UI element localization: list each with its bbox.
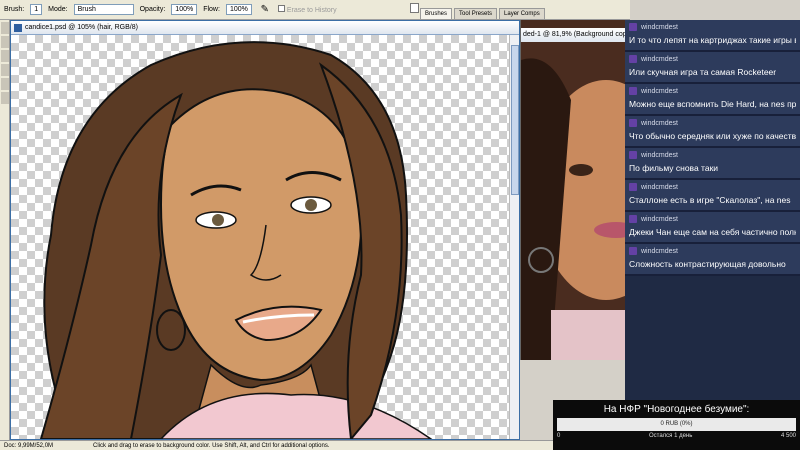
reference-photo-window[interactable]: ded-1 @ 81,9% (Background copy bbox=[520, 20, 630, 360]
chat-message: windcmdest Сталлоне есть в игре "Скалолаз… bbox=[625, 180, 800, 212]
chat-text: Или скучная игра та самая Rocketeer bbox=[629, 67, 777, 77]
twitch-badge-icon bbox=[629, 215, 637, 223]
document-window[interactable]: candice1.psd @ 105% (hair, RGB/8) bbox=[10, 20, 520, 440]
tool-button[interactable] bbox=[1, 36, 9, 48]
goal-target: 4 500 bbox=[780, 433, 796, 439]
options-bar: Brush: 1 Mode: Brush Opacity: 100% Flow:… bbox=[0, 0, 410, 20]
chat-user: windcmdest bbox=[629, 151, 796, 159]
status-hint: Click and drag to erase to background co… bbox=[93, 442, 330, 449]
chat-username: windcmdest bbox=[641, 23, 678, 31]
goal-progress-text: 0 RUB (0%) bbox=[660, 421, 693, 427]
twitch-badge-icon bbox=[629, 183, 637, 191]
chat-panel: windcmdest И то что лепят на картриджах т… bbox=[625, 20, 800, 420]
chat-text: И то что лепят на картриджах такие игры … bbox=[629, 35, 796, 45]
vertical-scrollbar[interactable] bbox=[509, 35, 519, 439]
chat-message: windcmdest Можно еще вспомнить Die Hard, … bbox=[625, 84, 800, 116]
chat-user: windcmdest bbox=[629, 215, 796, 223]
flow-input[interactable]: 100% bbox=[225, 4, 252, 15]
chat-user: windcmdest bbox=[629, 23, 796, 31]
tab-layer-comps[interactable]: Layer Comps bbox=[499, 8, 545, 19]
tab-tool-presets[interactable]: Tool Presets bbox=[454, 8, 498, 19]
chat-username: windcmdest bbox=[641, 247, 678, 255]
tool-button[interactable] bbox=[1, 64, 9, 76]
toolbox bbox=[0, 20, 10, 440]
goal-progress-bar: 0 RUB (0%) bbox=[557, 418, 796, 431]
tool-button[interactable] bbox=[1, 22, 9, 34]
goal-title: На НФР "Новогоднее безумие": bbox=[603, 404, 750, 415]
twitch-badge-icon bbox=[629, 119, 637, 127]
chat-user: windcmdest bbox=[629, 87, 796, 95]
twitch-badge-icon bbox=[629, 87, 637, 95]
chat-message: windcmdest Сложность контрастирующая дово… bbox=[625, 244, 800, 276]
chat-username: windcmdest bbox=[641, 87, 678, 95]
tool-button[interactable] bbox=[1, 92, 9, 104]
document-title: candice1.psd @ 105% (hair, RGB/8) bbox=[25, 24, 138, 31]
reference-window-title[interactable]: ded-1 @ 81,9% (Background copy bbox=[521, 28, 630, 42]
canvas[interactable] bbox=[11, 35, 511, 439]
doc-size: Doc: 9,99M/52,0M bbox=[4, 442, 54, 449]
mode-label: Mode: bbox=[48, 6, 68, 13]
goal-left: 0 bbox=[557, 433, 561, 439]
chat-message: windcmdest Что обычно середняк или хуже п… bbox=[625, 116, 800, 148]
twitch-badge-icon bbox=[629, 55, 637, 63]
erase-to-history-checkbox[interactable]: Erase to History bbox=[277, 5, 337, 14]
goal-days-left: Остался 1 день bbox=[648, 433, 693, 439]
twitch-badge-icon bbox=[629, 23, 637, 31]
brush-size-picker[interactable]: 1 bbox=[30, 4, 43, 15]
palette-well: Brushes Tool Presets Layer Comps bbox=[410, 0, 630, 20]
photoshop-doc-icon bbox=[14, 24, 22, 32]
chat-username: windcmdest bbox=[641, 183, 678, 191]
chat-message: windcmdest И то что лепят на картриджах т… bbox=[625, 20, 800, 52]
chat-username: windcmdest bbox=[641, 215, 678, 223]
tool-button[interactable] bbox=[1, 50, 9, 62]
reference-photo bbox=[521, 20, 630, 360]
chat-text: По фильму снова таки bbox=[629, 163, 719, 173]
chat-message: windcmdest Джеки Чан еще сам на себя част… bbox=[625, 212, 800, 244]
document-title-bar[interactable]: candice1.psd @ 105% (hair, RGB/8) bbox=[11, 21, 519, 35]
donation-goal: На НФР "Новогоднее безумие": 0 RUB (0%) … bbox=[553, 400, 800, 450]
chat-user: windcmdest bbox=[629, 55, 796, 63]
scrollbar-thumb[interactable] bbox=[511, 45, 519, 195]
chat-username: windcmdest bbox=[641, 55, 678, 63]
opacity-input[interactable]: 100% bbox=[171, 4, 198, 15]
flow-label: Flow: bbox=[203, 6, 220, 13]
chat-text: Что обычно середняк или хуже по качеству bbox=[629, 131, 796, 141]
chat-message: windcmdest Или скучная игра та самая Rock… bbox=[625, 52, 800, 84]
twitch-badge-icon bbox=[629, 151, 637, 159]
goal-footer: 0 Остался 1 день 4 500 bbox=[553, 431, 800, 439]
chat-message: windcmdest По фильму снова таки bbox=[625, 148, 800, 180]
chat-text: Сложность контрастирующая довольно bbox=[629, 259, 786, 269]
portrait-illustration bbox=[39, 41, 433, 439]
chat-user: windcmdest bbox=[629, 119, 796, 127]
chat-text: Сталлоне есть в игре "Скалолаз", на nes bbox=[629, 195, 791, 205]
chat-text: Можно еще вспомнить Die Hard, на nes про… bbox=[629, 99, 796, 109]
brush-label: Brush: bbox=[4, 6, 25, 13]
erase-to-history-label: Erase to History bbox=[286, 7, 337, 14]
chat-user: windcmdest bbox=[629, 247, 796, 255]
airbrush-icon[interactable]: ✎ bbox=[258, 3, 272, 17]
chat-user: windcmdest bbox=[629, 183, 796, 191]
chat-username: windcmdest bbox=[641, 151, 678, 159]
tool-button[interactable] bbox=[1, 78, 9, 90]
chat-text: Джеки Чан еще сам на себя частично полно… bbox=[629, 227, 796, 237]
chat-username: windcmdest bbox=[641, 119, 678, 127]
mode-select[interactable]: Brush bbox=[73, 4, 134, 15]
tab-brushes[interactable]: Brushes bbox=[420, 8, 453, 19]
opacity-label: Opacity: bbox=[139, 6, 166, 13]
twitch-badge-icon bbox=[629, 247, 637, 255]
palette-icon[interactable] bbox=[410, 3, 419, 13]
